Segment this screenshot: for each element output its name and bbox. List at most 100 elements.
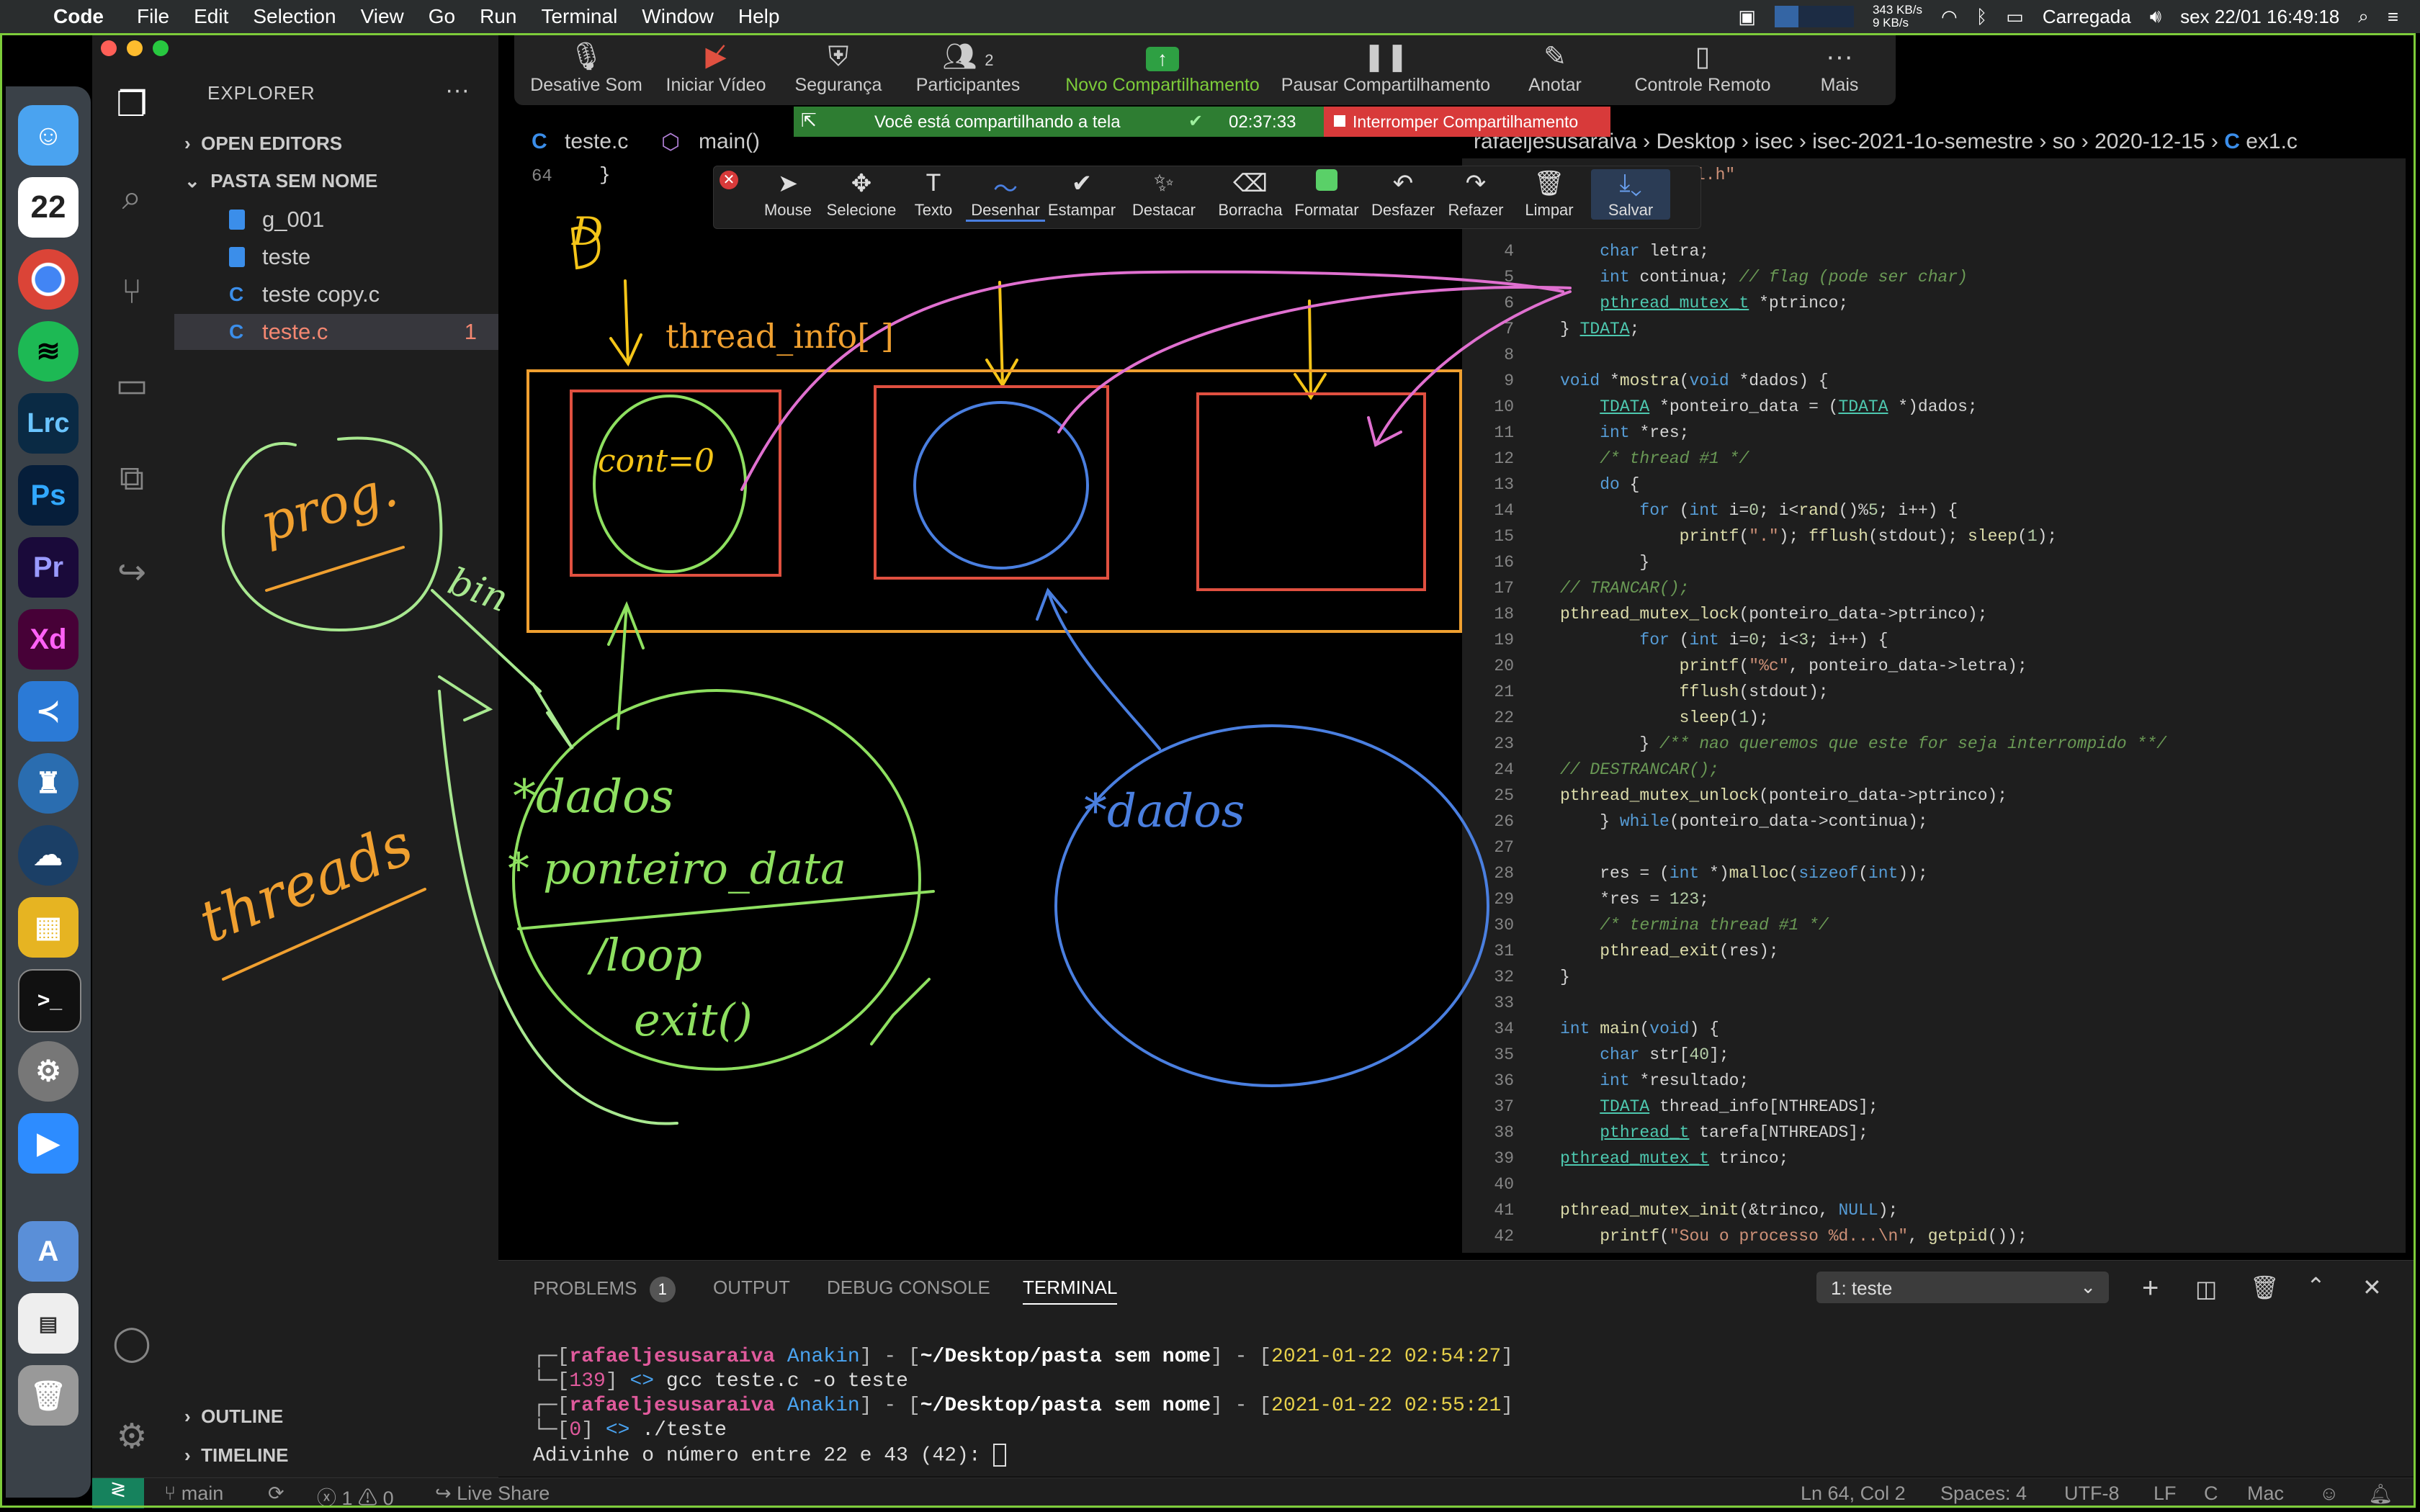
tool-clear[interactable]: 🗑︎ Limpar: [1513, 169, 1585, 220]
remote-indicator-icon[interactable]: ≷: [92, 1478, 144, 1508]
check-stamp-icon: ✔: [1071, 170, 1093, 197]
cursor: [992, 1444, 1006, 1467]
live-share-button[interactable]: ↪ Live Share: [435, 1482, 550, 1505]
sync-icon[interactable]: ⟳: [268, 1482, 284, 1505]
green-struct-circle: [593, 395, 747, 573]
prog-underline: [265, 546, 405, 592]
move-icon: ✥: [851, 170, 872, 197]
divider-line: [517, 890, 935, 930]
terminal-line: └─[139] <> gcc teste.c -o teste: [533, 1370, 908, 1392]
stop-icon: [1334, 115, 1345, 127]
tool-text[interactable]: T Texto: [901, 169, 966, 220]
pink-arrow-3: [1367, 290, 1572, 447]
cursor-icon: ➤: [777, 170, 799, 197]
cursor-position[interactable]: Ln 64, Col 2: [1801, 1482, 1906, 1505]
participants-button[interactable]: 👥︎ 2 Participantes: [896, 33, 1040, 105]
label-cont: cont=0: [598, 443, 715, 480]
tab-debug-console[interactable]: DEBUG CONSOLE: [827, 1277, 990, 1299]
close-panel-icon[interactable]: ✕: [2362, 1274, 2382, 1301]
start-video-button[interactable]: ▶̸ Iniciar Vídeo: [651, 33, 781, 105]
participants-icon: 👥︎ 2: [942, 42, 994, 72]
blue-arrow-up: [1036, 588, 1161, 750]
remote-control-button[interactable]: ▯ Controle Remoto: [1616, 33, 1789, 105]
color-swatch-icon: [1287, 169, 1366, 201]
problems-count-badge: 1: [649, 1277, 676, 1302]
notifications-icon[interactable]: 🔔︎: [2368, 1482, 2393, 1506]
tool-save[interactable]: ⤓⌄ Salvar: [1591, 169, 1670, 220]
bottom-panel: PROBLEMS 1 OUTPUT DEBUG CONSOLE TERMINAL…: [498, 1260, 2414, 1477]
tool-eraser[interactable]: ⌫ Borracha: [1211, 169, 1290, 220]
new-share-button[interactable]: ↑ Novo Compartilhamento: [1047, 33, 1278, 105]
mouse-icon: ▯: [1695, 42, 1711, 72]
terminal-line: ┌─[rafaeljesusaraiva Anakin] - [~/Deskto…: [533, 1395, 1514, 1417]
label-d: D: [572, 209, 604, 254]
shield-icon: ⛨: [828, 42, 849, 72]
mute-button[interactable]: 🎙︎ Desative Som: [521, 33, 651, 105]
blue-thread-circle: [1054, 724, 1489, 1087]
split-terminal-icon[interactable]: ◫: [2195, 1275, 2217, 1302]
label-loop: /loop: [591, 929, 703, 981]
pen-icon: ✎: [1543, 42, 1567, 72]
branch-indicator[interactable]: ⑂ main: [164, 1482, 223, 1505]
line-ending[interactable]: LF: [2154, 1482, 2177, 1505]
tool-mouse[interactable]: ➤ Mouse: [756, 169, 820, 220]
encoding[interactable]: UTF-8: [2064, 1482, 2120, 1505]
label-exit: exit(): [634, 994, 753, 1046]
tool-undo[interactable]: ↶ Desfazer: [1363, 169, 1443, 220]
yellow-arrow-1: [609, 279, 642, 367]
sharing-banner: ⇱ Você está compartilhando a tela ✔ 02:3…: [794, 107, 1610, 137]
stop-share-button[interactable]: Interromper Compartilhamento: [1324, 107, 1610, 137]
problems-indicator[interactable]: ⓧ 1 ⚠ 0: [317, 1482, 394, 1511]
array-cell-1: [570, 390, 781, 577]
new-terminal-icon[interactable]: +: [2142, 1272, 2159, 1305]
tool-highlight[interactable]: ✨︎ Destacar: [1124, 169, 1204, 220]
terminal-line: └─[0] <> ./teste: [533, 1419, 727, 1441]
pause-share-button[interactable]: ❚❚ Pausar Compartilhamento: [1278, 33, 1494, 105]
tool-select[interactable]: ✥ Selecione: [822, 169, 901, 220]
trash-icon: 🗑︎: [1533, 170, 1565, 197]
tool-format[interactable]: Formatar: [1287, 169, 1366, 220]
sharing-status: Você está compartilhando a tela: [874, 112, 1121, 132]
pink-arrow-2: [1057, 285, 1572, 433]
pause-icon: ❚❚: [1363, 42, 1409, 72]
redo-icon: ↷: [1465, 170, 1487, 197]
more-button[interactable]: ··· Mais: [1796, 33, 1883, 105]
sharing-arrow-icon: ⇱: [801, 109, 817, 131]
language-mode[interactable]: C: [2204, 1482, 2218, 1505]
feedback-icon[interactable]: ☺: [2319, 1482, 2339, 1505]
pink-arrow-1: [740, 270, 1564, 491]
indentation[interactable]: Spaces: 4: [1940, 1482, 2027, 1505]
label-dados-green: *dados: [513, 770, 674, 824]
threads-arrow: [438, 690, 678, 1125]
tab-terminal[interactable]: TERMINAL: [1023, 1277, 1118, 1305]
microphone-icon: 🎙︎: [568, 42, 604, 72]
label-thread-info: thread_info[ ]: [666, 317, 894, 356]
tab-output[interactable]: OUTPUT: [713, 1277, 790, 1299]
highlight-icon: ✨︎: [1154, 169, 1174, 197]
status-bar: ≷ ⑂ main ⟳ ⓧ 1 ⚠ 0 ↪ Live Share Ln 64, C…: [92, 1477, 2416, 1511]
label-dados-blue: *dados: [1084, 785, 1245, 838]
terminal-input[interactable]: Adivinhe o número entre 22 e 43 (42):: [533, 1444, 1006, 1467]
terminal-line: ┌─[rafaeljesusaraiva Anakin] - [~/Deskto…: [533, 1346, 1514, 1368]
tab-problems[interactable]: PROBLEMS 1: [533, 1277, 676, 1302]
eraser-icon: ⌫: [1232, 170, 1268, 197]
close-annotation-icon[interactable]: ✕: [720, 171, 738, 189]
annotate-button[interactable]: ✎ Anotar: [1494, 33, 1616, 105]
tool-redo[interactable]: ↷ Refazer: [1440, 169, 1512, 220]
tool-draw[interactable]: 〜 Desenhar: [966, 169, 1045, 222]
more-icon: ···: [1826, 42, 1853, 72]
array-cell-2: [874, 385, 1109, 580]
tool-stamp[interactable]: ✔ Estampar: [1042, 169, 1121, 220]
checkmark: [870, 978, 931, 1045]
annotation-toolbar: ✕ ➤ Mouse ✥ Selecione T Texto 〜 Desenhar ✔ Es…: [713, 166, 1701, 229]
terminal-selector[interactable]: 1: teste ⌄: [1816, 1272, 2109, 1303]
kill-terminal-icon[interactable]: 🗑︎: [2250, 1274, 2280, 1301]
maximize-panel-icon[interactable]: ⌃: [2306, 1272, 2326, 1300]
array-cell-3: [1196, 392, 1426, 591]
text-icon: T: [926, 169, 941, 197]
thread-info-array: [526, 369, 1462, 633]
os-indicator[interactable]: Mac: [2247, 1482, 2284, 1505]
security-button[interactable]: ⛨ Segurança: [781, 33, 896, 105]
chevron-down-icon: ⌄: [2080, 1276, 2096, 1297]
undo-icon: ↶: [1392, 170, 1414, 197]
